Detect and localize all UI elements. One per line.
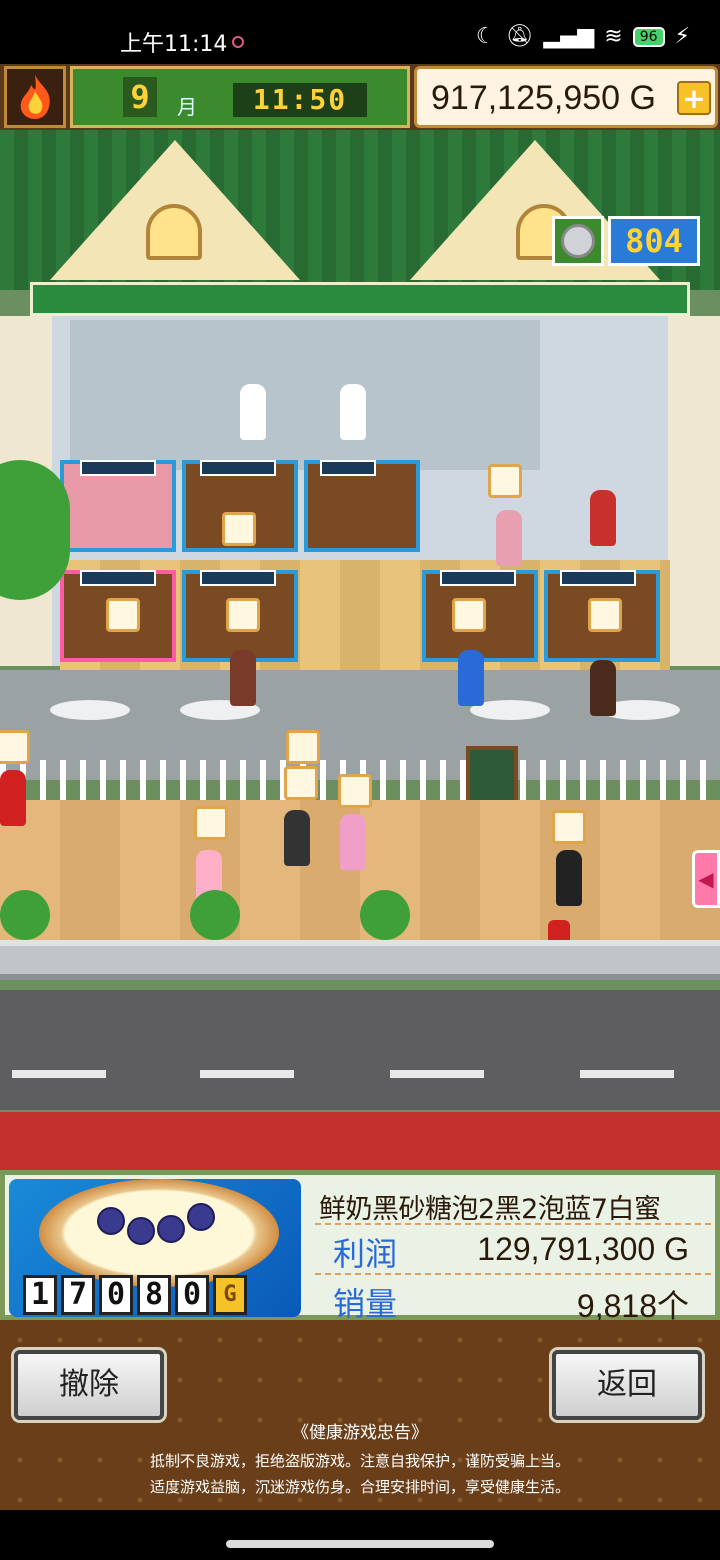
price-digit: 0 (175, 1275, 209, 1315)
bush (360, 890, 410, 940)
berry-icon (127, 1217, 155, 1245)
tree (0, 460, 70, 600)
customer (590, 660, 616, 716)
case-level-bar (200, 570, 276, 586)
customer (230, 650, 256, 706)
guard-rail (0, 940, 720, 980)
navigation-bar (0, 1510, 720, 1560)
cafe-table (50, 700, 130, 720)
case-level-bar (320, 460, 376, 476)
bun-bubble-icon (338, 774, 372, 808)
cake-bubble-icon (286, 730, 320, 764)
pastry-bubble-icon (106, 598, 140, 632)
health-advice-line: 抵制不良游戏，拒绝盗版游戏。注意自我保护，谨防受骗上当。 (149, 1452, 570, 1470)
lane-marking (580, 1070, 674, 1078)
case-level-bar (560, 570, 636, 586)
rank-counter[interactable]: 804 (608, 216, 700, 266)
scroll-left-arrow-button[interactable]: ◀ (692, 850, 720, 908)
price-digit: 0 (99, 1275, 133, 1315)
product-name: 鲜奶黑砂糖泡2黑2泡蓝7白蜜 (319, 1194, 661, 1225)
bush (190, 890, 240, 940)
wifi-icon: ≋ (604, 24, 623, 49)
pudding-bubble-icon (0, 730, 30, 764)
cashier (496, 510, 522, 566)
croissant-bubble-icon (552, 810, 586, 844)
month-label: 月 (177, 95, 197, 119)
case-level-bar (200, 460, 276, 476)
divider (315, 1223, 711, 1225)
home-gesture-handle[interactable] (226, 1540, 494, 1548)
moon-icon: ☾ (475, 24, 496, 49)
kitchen-area (70, 320, 540, 470)
chef (240, 384, 266, 440)
divider (315, 1273, 711, 1275)
lane-marking (390, 1070, 484, 1078)
pastry-bubble-icon (488, 464, 522, 498)
berry-icon (97, 1207, 125, 1235)
season-fire-icon[interactable] (4, 66, 66, 128)
pedestrian (340, 814, 366, 870)
back-button[interactable]: 返回 (552, 1350, 702, 1420)
medal-icon[interactable] (552, 216, 604, 266)
red-carpet (0, 1112, 720, 1170)
status-bar: 上午11:14 ☾ 🔕︎ ▂▄▆ ≋ 96 ⚡︎ (0, 0, 720, 64)
product-image-frame: 1 7 0 8 0 G (9, 1179, 301, 1317)
money-panel: 917,125,950 G + (414, 66, 718, 128)
profit-value: 129,791,300 G (477, 1231, 689, 1267)
month-value: 9 (123, 77, 157, 117)
sales-label: 销量 (333, 1285, 398, 1323)
cheese-bubble-icon (194, 806, 228, 840)
pastry-bubble-icon (226, 598, 260, 632)
charging-icon: ⚡︎ (674, 24, 690, 49)
battery-icon: 96 (632, 26, 665, 47)
bakery-scene[interactable]: 804 ◀ (0, 130, 720, 1170)
signal-icon: ▂▄▆ (543, 24, 595, 49)
customer (458, 650, 484, 706)
profit-label: 利润 (333, 1235, 398, 1273)
remove-button[interactable]: 撤除 (14, 1350, 164, 1420)
pastry-bubble-icon (588, 598, 622, 632)
health-advice-line: 适度游戏益脑，沉迷游戏伤身。合理安排时间，享受健康生活。 (149, 1478, 570, 1496)
bell-muted-icon: 🔕︎ (505, 24, 534, 49)
case-level-bar (80, 460, 156, 476)
product-info-panel: 1 7 0 8 0 G 鲜奶黑砂糖泡2黑2泡蓝7白蜜 利润 129,791,30… (0, 1170, 720, 1324)
case-level-bar (440, 570, 516, 586)
notification-dot-icon (232, 36, 244, 48)
health-advice-title: 《健康游戏忠告》 (292, 1423, 428, 1443)
add-money-button[interactable]: + (677, 81, 711, 115)
chef (340, 384, 366, 440)
game-clock: 11:50 (233, 83, 367, 117)
berry-icon (157, 1215, 185, 1243)
top-hud: 9 月 11:50 917,125,950 G + (0, 64, 720, 130)
pedestrian (0, 770, 26, 826)
pastry-bubble-icon (222, 512, 256, 546)
price-digit: 1 (23, 1275, 57, 1315)
pedestrian (556, 850, 582, 906)
lane-marking (12, 1070, 106, 1078)
roof-window-left (146, 204, 202, 260)
case-level-bar (80, 570, 156, 586)
status-icons: ☾ 🔕︎ ▂▄▆ ≋ 96 ⚡︎ (476, 24, 690, 49)
price-counter: 1 7 0 8 0 G (23, 1275, 247, 1317)
price-unit: G (213, 1275, 247, 1315)
berry-icon (187, 1203, 215, 1231)
cake-bubble-icon (284, 766, 318, 800)
shop-awning (30, 282, 690, 316)
pastry-bubble-icon (452, 598, 486, 632)
lane-marking (200, 1070, 294, 1078)
money-amount: 917,125,950 G (431, 79, 656, 117)
pedestrian (284, 810, 310, 866)
bush (0, 890, 50, 940)
price-digit: 8 (137, 1275, 171, 1315)
price-digit: 7 (61, 1275, 95, 1315)
chef (590, 490, 616, 546)
road (0, 990, 720, 1110)
date-time-panel: 9 月 11:50 (70, 66, 410, 128)
status-time: 上午11:14 (120, 32, 228, 57)
